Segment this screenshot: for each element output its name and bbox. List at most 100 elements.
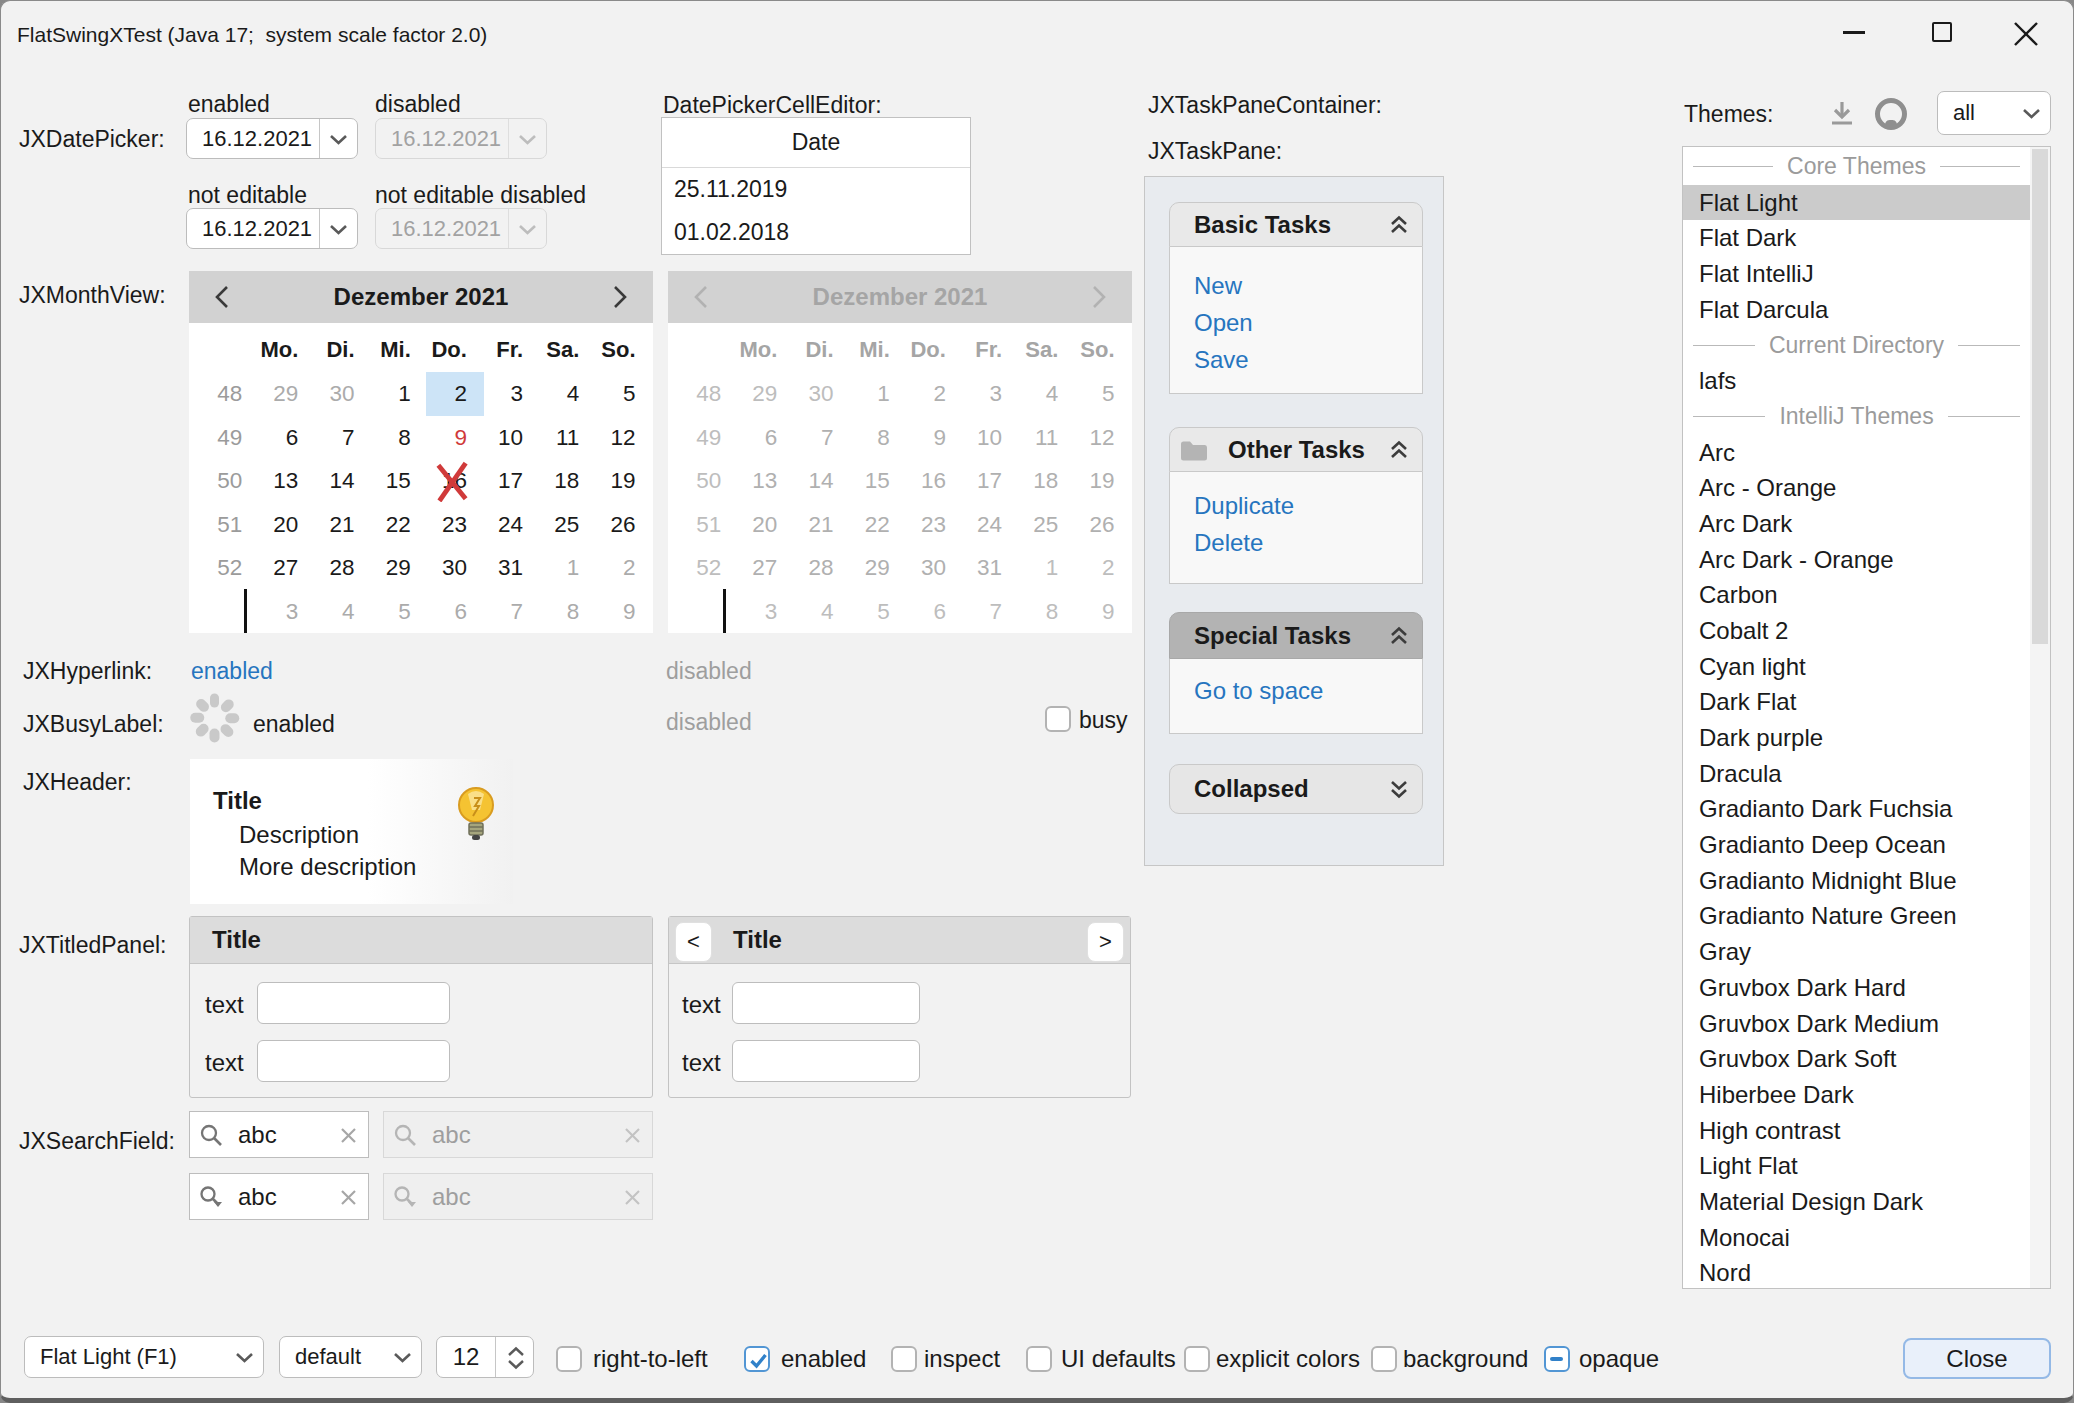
right-to-left-checkbox[interactable] xyxy=(556,1346,582,1372)
calendar-day[interactable]: 29 xyxy=(370,546,426,590)
calendar-day[interactable]: 4 xyxy=(313,590,369,634)
taskpane-header[interactable]: Basic Tasks xyxy=(1169,202,1423,247)
theme-list-item[interactable]: Flat Light xyxy=(1683,185,2030,221)
theme-list-item[interactable]: Gruvbox Dark Medium xyxy=(1683,1006,2030,1042)
calendar-day[interactable]: 7 xyxy=(313,416,369,460)
themes-scrollbar[interactable] xyxy=(2030,147,2050,1288)
panel-prev-button[interactable]: < xyxy=(675,922,712,962)
theme-list-item[interactable]: High contrast xyxy=(1683,1113,2030,1149)
taskpane-header[interactable]: Other Tasks xyxy=(1169,427,1423,472)
theme-list-item[interactable]: Nord xyxy=(1683,1255,2030,1291)
calendar-day[interactable]: 23 xyxy=(426,503,482,547)
calendar-day[interactable]: 5 xyxy=(370,590,426,634)
search-field[interactable]: abc xyxy=(189,1111,369,1158)
theme-list-item[interactable]: Dracula xyxy=(1683,756,2030,792)
theme-list-item[interactable]: lafs xyxy=(1683,363,2030,399)
scrollbar-thumb[interactable] xyxy=(2032,149,2048,644)
calendar-day[interactable]: 16 xyxy=(426,459,482,503)
calendar-day[interactable]: 15 xyxy=(370,459,426,503)
close-window-button[interactable] xyxy=(2007,15,2045,51)
theme-list-item[interactable]: Arc Dark - Orange xyxy=(1683,542,2030,578)
calendar-day[interactable]: 18 xyxy=(538,459,594,503)
calendar-day[interactable]: 13 xyxy=(257,459,313,503)
explicit-colors-checkbox[interactable] xyxy=(1184,1346,1210,1372)
next-month-icon[interactable] xyxy=(1084,285,1114,309)
themes-filter-combo[interactable]: all xyxy=(1937,91,2051,135)
enabled-checkbox[interactable] xyxy=(744,1346,770,1372)
calendar-day[interactable]: 9 xyxy=(594,590,650,634)
theme-list-item[interactable]: Gruvbox Dark Soft xyxy=(1683,1041,2030,1077)
theme-list-item[interactable]: Arc xyxy=(1683,435,2030,471)
taskpane-header[interactable]: Collapsed xyxy=(1169,764,1423,814)
theme-list-item[interactable]: Dark purple xyxy=(1683,720,2030,756)
calendar-day[interactable]: 5 xyxy=(594,372,650,416)
text-input[interactable] xyxy=(732,982,920,1024)
monthview-enabled[interactable]: Dezember 2021Mo.Di.Mi.Do.Fr.Sa.So.482930… xyxy=(189,271,653,633)
calendar-day[interactable]: 27 xyxy=(257,546,313,590)
calendar-day[interactable]: 1 xyxy=(370,372,426,416)
calendar-day[interactable]: 11 xyxy=(538,416,594,460)
theme-list-item[interactable]: Gruvbox Dark Hard xyxy=(1683,970,2030,1006)
datepicker-not-editable[interactable]: 16.12.2021 xyxy=(186,208,358,249)
calendar-day[interactable]: 6 xyxy=(257,416,313,460)
calendar-day[interactable]: 21 xyxy=(313,503,369,547)
panel-next-button[interactable]: > xyxy=(1087,922,1124,962)
calendar-day[interactable]: 6 xyxy=(426,590,482,634)
search-field-dropdown[interactable]: abc xyxy=(189,1173,369,1220)
calendar-day[interactable]: 8 xyxy=(370,416,426,460)
calendar-day[interactable]: 25 xyxy=(538,503,594,547)
next-month-icon[interactable] xyxy=(605,285,635,309)
opaque-checkbox[interactable] xyxy=(1544,1346,1570,1372)
theme-list-item[interactable]: Cyan light xyxy=(1683,649,2030,685)
calendar-day[interactable]: 31 xyxy=(482,546,538,590)
date-table-header[interactable]: Date xyxy=(662,118,970,168)
theme-list-item[interactable]: Gray xyxy=(1683,934,2030,970)
theme-list-item[interactable]: Flat Darcula xyxy=(1683,292,2030,328)
calendar-day[interactable]: 30 xyxy=(313,372,369,416)
task-link[interactable]: Delete xyxy=(1194,524,1422,561)
calendar-day[interactable]: 9 xyxy=(426,416,482,460)
text-input[interactable] xyxy=(257,1040,450,1082)
datepicker-enabled[interactable]: 16.12.2021 xyxy=(186,118,358,159)
calendar-day[interactable]: 29 xyxy=(257,372,313,416)
task-link[interactable]: Go to space xyxy=(1194,672,1422,709)
theme-list-item[interactable]: Monocai xyxy=(1683,1220,2030,1256)
theme-list-item[interactable]: Material Design Dark xyxy=(1683,1184,2030,1220)
task-link[interactable]: Duplicate xyxy=(1194,487,1422,524)
inspect-checkbox[interactable] xyxy=(891,1346,917,1372)
theme-list-item[interactable]: Hiberbee Dark xyxy=(1683,1077,2030,1113)
calendar-day[interactable]: 28 xyxy=(313,546,369,590)
theme-list-item[interactable]: Gradianto Dark Fuchsia xyxy=(1683,791,2030,827)
theme-list-item[interactable]: Arc - Orange xyxy=(1683,470,2030,506)
calendar-day[interactable]: 30 xyxy=(426,546,482,590)
calendar-day[interactable]: 14 xyxy=(313,459,369,503)
calendar-day[interactable]: 2 xyxy=(426,372,482,416)
calendar-day[interactable]: 1 xyxy=(538,546,594,590)
table-row[interactable]: 01.02.2018 xyxy=(674,211,970,254)
minimize-button[interactable] xyxy=(1835,15,1873,51)
busy-checkbox[interactable] xyxy=(1045,706,1071,732)
calendar-day[interactable]: 7 xyxy=(482,590,538,634)
task-link[interactable]: Save xyxy=(1194,341,1422,378)
maximize-button[interactable] xyxy=(1923,15,1961,51)
calendar-day[interactable]: 22 xyxy=(370,503,426,547)
theme-list-item[interactable]: Carbon xyxy=(1683,577,2030,613)
taskpane-header[interactable]: Special Tasks xyxy=(1169,612,1423,659)
theme-list-item[interactable]: Light Flat xyxy=(1683,1148,2030,1184)
calendar-day[interactable]: 8 xyxy=(538,590,594,634)
theme-list-item[interactable]: Dark Flat xyxy=(1683,684,2030,720)
theme-list-item[interactable]: Flat IntelliJ xyxy=(1683,256,2030,292)
calendar-day[interactable]: 3 xyxy=(482,372,538,416)
text-input[interactable] xyxy=(257,982,450,1024)
calendar-day[interactable]: 4 xyxy=(538,372,594,416)
calendar-day[interactable]: 17 xyxy=(482,459,538,503)
calendar-day[interactable]: 3 xyxy=(257,590,313,634)
theme-list-item[interactable]: Gradianto Deep Ocean xyxy=(1683,827,2030,863)
text-input[interactable] xyxy=(732,1040,920,1082)
date-table[interactable]: Date 25.11.2019 01.02.2018 xyxy=(661,117,971,255)
calendar-day[interactable]: 19 xyxy=(594,459,650,503)
themes-list[interactable]: Core ThemesFlat LightFlat DarkFlat Intel… xyxy=(1682,146,2051,1289)
close-button[interactable]: Close xyxy=(1903,1338,2051,1379)
calendar-day[interactable]: 10 xyxy=(482,416,538,460)
calendar-day[interactable]: 24 xyxy=(482,503,538,547)
